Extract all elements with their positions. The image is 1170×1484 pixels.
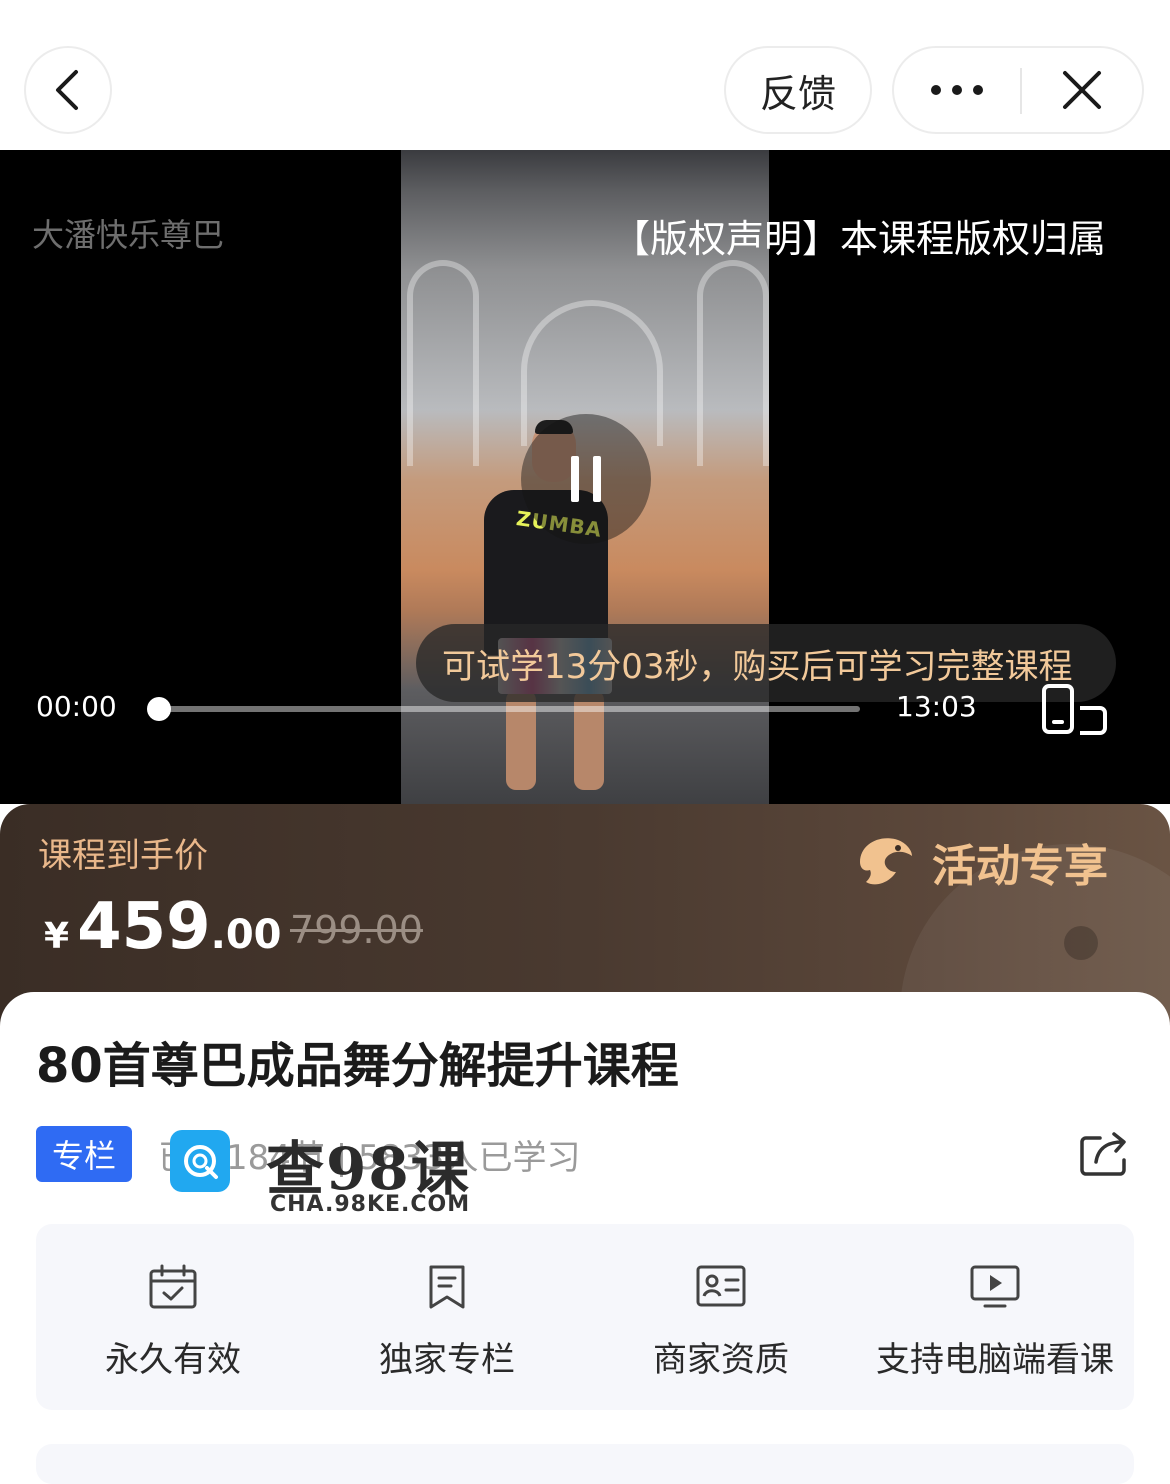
current-time: 00:00 bbox=[36, 690, 117, 723]
feature-label: 永久有效 bbox=[105, 1340, 241, 1380]
hall-arch-left bbox=[407, 260, 479, 466]
chevron-left-icon bbox=[56, 70, 78, 110]
next-section-card bbox=[36, 1444, 1134, 1484]
feature-merchant: 商家资质 bbox=[584, 1224, 858, 1410]
price-decimal: .00 bbox=[210, 912, 282, 958]
calendar-check-icon bbox=[149, 1264, 197, 1309]
watermark-domain: CHA.98KE.COM bbox=[270, 1192, 471, 1217]
rotate-screen-icon[interactable] bbox=[1040, 682, 1110, 738]
instructor-leg bbox=[574, 690, 604, 790]
promo-badge: 活动专享 bbox=[852, 830, 1108, 894]
trial-notice: 可试学13分03秒，购买后可学习完整课程 bbox=[416, 624, 1116, 702]
feature-strip: 永久有效 独家专栏 商家资质 支持电脑端看课 bbox=[36, 1224, 1134, 1410]
feature-label: 商家资质 bbox=[653, 1340, 789, 1380]
close-button[interactable] bbox=[1022, 48, 1142, 132]
watermark-logo-icon bbox=[170, 1130, 230, 1192]
pause-icon-bar bbox=[593, 456, 601, 502]
progress-bar[interactable] bbox=[158, 706, 860, 712]
feature-exclusive: 独家专栏 bbox=[310, 1224, 584, 1410]
back-button[interactable] bbox=[24, 46, 112, 134]
decorative-circle bbox=[1064, 926, 1098, 960]
column-tag: 专栏 bbox=[36, 1126, 132, 1182]
original-price: 799.00 bbox=[290, 908, 423, 952]
current-price: ¥ 459 .00 bbox=[44, 890, 282, 964]
promo-text: 活动专享 bbox=[932, 841, 1108, 892]
share-icon[interactable] bbox=[1078, 1130, 1132, 1178]
dolphin-logo-icon bbox=[860, 838, 912, 885]
instructor-leg bbox=[506, 690, 536, 790]
price-label: 课程到手价 bbox=[38, 836, 208, 876]
monitor-play-icon bbox=[970, 1265, 1020, 1308]
id-card-icon bbox=[696, 1265, 746, 1307]
bookmark-icon bbox=[429, 1265, 465, 1309]
price-integer: 459 bbox=[77, 890, 211, 964]
q-logo-icon bbox=[184, 1145, 218, 1179]
course-info-card: 80首尊巴成品舞分解提升课程 专栏 已更184节 | 5833人已学习 永久有效… bbox=[0, 992, 1170, 1484]
video-player[interactable]: ZUMBA 大潘快乐尊巴 【版权声明】本课程版权归属 可试学13分03秒，购买后… bbox=[0, 150, 1170, 804]
top-navigation-bar: 反馈 bbox=[0, 0, 1170, 150]
copyright-marquee: 【版权声明】本课程版权归属 bbox=[612, 217, 1107, 261]
feature-permanent: 永久有效 bbox=[36, 1224, 310, 1410]
more-button[interactable] bbox=[894, 48, 1020, 132]
course-title: 80首尊巴成品舞分解提升课程 bbox=[36, 1038, 679, 1094]
feature-desktop: 支持电脑端看课 bbox=[858, 1224, 1132, 1410]
progress-thumb[interactable] bbox=[147, 697, 171, 721]
more-dots-icon bbox=[931, 85, 983, 95]
currency-symbol: ¥ bbox=[44, 916, 70, 957]
mini-program-capsule bbox=[892, 46, 1144, 134]
pause-icon-bar bbox=[571, 456, 579, 502]
close-icon bbox=[1063, 71, 1101, 109]
feature-label: 支持电脑端看课 bbox=[876, 1340, 1114, 1380]
total-time: 13:03 bbox=[896, 690, 977, 723]
feature-label: 独家专栏 bbox=[379, 1340, 515, 1380]
channel-name: 大潘快乐尊巴 bbox=[32, 216, 225, 254]
pause-button[interactable] bbox=[521, 414, 651, 544]
feedback-button[interactable]: 反馈 bbox=[724, 46, 872, 134]
hall-arch-right bbox=[697, 260, 769, 466]
watermark: 查98课 CHA.98KE.COM bbox=[170, 1122, 490, 1222]
